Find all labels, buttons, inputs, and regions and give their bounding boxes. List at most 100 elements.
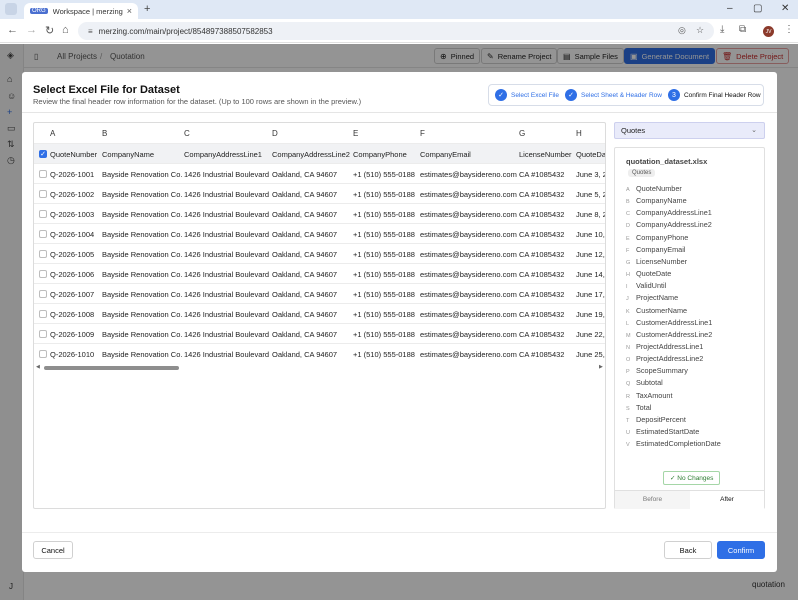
row-checkbox[interactable] xyxy=(39,190,47,198)
table-row[interactable]: Q-2026-1010 Bayside Renovation Co. 1426 In… xyxy=(34,343,605,363)
header-field-item: V EstimatedCompletionDate xyxy=(626,439,721,448)
sheet-select[interactable]: Quotes ⌄ xyxy=(614,122,765,139)
row-checkbox[interactable] xyxy=(39,330,47,338)
grid-cell: June 3, 2 xyxy=(576,170,606,179)
table-row[interactable]: Q-2026-1002 Bayside Renovation Co. 1426 In… xyxy=(34,183,605,203)
grid-cell: 1426 Industrial Boulevard xyxy=(184,250,270,259)
no-changes-badge: ✓ No Changes xyxy=(663,471,721,485)
header-field-item: Q Subtotal xyxy=(626,378,663,387)
back-button[interactable]: Back xyxy=(664,541,712,559)
row-checkbox[interactable] xyxy=(39,170,47,178)
scroll-left-icon[interactable]: ◀ xyxy=(36,364,40,370)
sheet-preview-grid[interactable]: A B C D E F G H ◀ ▶ ✓ QuoteNumber CompanyName Comp… xyxy=(33,122,606,509)
grid-cell: estimates@baysidereno.com xyxy=(420,290,517,299)
grid-cell: estimates@baysidereno.com xyxy=(420,350,517,359)
grid-cell: 1426 Industrial Boulevard xyxy=(184,190,270,199)
table-row[interactable]: Q-2026-1003 Bayside Renovation Co. 1426 In… xyxy=(34,203,606,223)
grid-cell: CA #1085432 xyxy=(519,270,565,279)
table-row[interactable]: Q-2026-1005 Bayside Renovation Co. 1426 In… xyxy=(34,243,605,263)
step-select-sheet[interactable]: ✓ Select Sheet & Header Row xyxy=(565,89,662,101)
grid-cell: +1 (510) 555-0188 xyxy=(353,310,415,319)
header-row[interactable]: ✓ QuoteNumber CompanyName CompanyAddressLin… xyxy=(34,143,606,163)
grid-cell: June 8, 2 xyxy=(576,210,606,219)
scroll-right-icon[interactable]: ▶ xyxy=(599,364,603,370)
row-checkbox[interactable] xyxy=(39,250,47,258)
grid-cell: CA #1085432 xyxy=(519,310,565,319)
scrollbar-thumb[interactable] xyxy=(44,366,179,370)
header-field-item: I ValidUntil xyxy=(626,281,666,290)
tab-search-button[interactable] xyxy=(5,3,17,15)
header-field-item: C CompanyAddressLine1 xyxy=(626,208,712,217)
chevron-down-icon: ⌄ xyxy=(751,127,757,134)
site-info-icon[interactable]: ≡ xyxy=(88,27,93,36)
address-bar[interactable]: ≡ merzing.com/main/project/8548973885075… xyxy=(78,22,714,40)
field-column-key: E xyxy=(626,235,630,242)
grid-cell: Oakland, CA 94607 xyxy=(272,170,338,179)
header-field-item: R TaxAmount xyxy=(626,391,673,400)
maximize-window-icon[interactable]: ▢ xyxy=(753,3,762,14)
field-name: QuoteNumber xyxy=(636,184,682,193)
eye-slash-icon[interactable]: ◎ xyxy=(678,25,686,36)
row-checkbox[interactable] xyxy=(39,290,47,298)
grid-cell: CompanyName xyxy=(102,150,155,159)
grid-cell: +1 (510) 555-0188 xyxy=(353,350,415,359)
confirm-button[interactable]: Confirm xyxy=(717,541,765,559)
download-icon[interactable]: ⤓ xyxy=(720,24,724,35)
field-column-key: T xyxy=(626,417,630,424)
home-icon[interactable]: ⌂ xyxy=(62,24,69,36)
after-tab[interactable]: After xyxy=(690,491,764,509)
field-column-key: O xyxy=(626,357,631,364)
row-checkbox[interactable] xyxy=(39,350,47,358)
header-field-item: O ProjectAddressLine2 xyxy=(626,354,703,363)
horizontal-scrollbar[interactable]: ◀ ▶ xyxy=(34,364,605,372)
header-field-item: E CompanyPhone xyxy=(626,233,688,242)
step-select-file[interactable]: ✓ Select Excel File xyxy=(495,89,559,101)
table-row[interactable]: Q-2026-1006 Bayside Renovation Co. 1426 In… xyxy=(34,263,605,283)
select-excel-modal: Select Excel File for Dataset Review the… xyxy=(22,72,777,572)
column-letter: H xyxy=(576,129,582,138)
grid-cell: Q-2026-1001 xyxy=(50,170,95,179)
minimize-window-icon[interactable]: – xyxy=(727,3,733,14)
column-letter: D xyxy=(272,129,278,138)
new-tab-button[interactable]: + xyxy=(144,3,150,15)
step-confirm-header: 3 Confirm Final Header Row xyxy=(667,89,761,101)
table-row[interactable]: Q-2026-1004 Bayside Renovation Co. 1426 In… xyxy=(34,223,605,243)
table-row[interactable]: Q-2026-1007 Bayside Renovation Co. 1426 In… xyxy=(34,283,605,303)
cancel-button[interactable]: Cancel xyxy=(33,541,73,559)
browser-tab[interactable]: ORG Workspace | merzing × xyxy=(24,3,138,19)
field-column-key: K xyxy=(626,308,630,315)
row-checkbox[interactable] xyxy=(39,310,47,318)
header-field-item: F CompanyEmail xyxy=(626,245,685,254)
forward-arrow-icon[interactable]: → xyxy=(26,24,37,36)
grid-cell: CA #1085432 xyxy=(519,250,565,259)
step-label: Select Excel File xyxy=(511,91,560,99)
bookmark-star-icon[interactable]: ☆ xyxy=(696,25,704,36)
table-row[interactable]: Q-2026-1009 Bayside Renovation Co. 1426 In… xyxy=(34,323,605,343)
before-tab[interactable]: Before xyxy=(615,491,690,509)
grid-cell: 1426 Industrial Boulevard xyxy=(184,350,270,359)
row-checkbox[interactable] xyxy=(39,270,47,278)
row-checkbox[interactable]: ✓ xyxy=(39,150,47,158)
grid-cell: June 17, 2 xyxy=(576,290,605,299)
grid-cell: Bayside Renovation Co. xyxy=(102,250,183,259)
field-name: CompanyAddressLine2 xyxy=(636,220,712,230)
field-name: TaxAmount xyxy=(636,390,673,400)
close-window-icon[interactable]: ✕ xyxy=(781,3,789,14)
browser-menu-icon[interactable]: ⋮ xyxy=(784,24,794,35)
table-row[interactable]: Q-2026-1008 Bayside Renovation Co. 1426 In… xyxy=(34,303,605,323)
row-checkbox[interactable] xyxy=(39,230,47,238)
profile-avatar[interactable]: JV xyxy=(763,26,774,37)
field-name: Subtotal xyxy=(636,378,663,388)
field-column-key: B xyxy=(626,199,630,206)
extensions-icon[interactable]: ⧉ xyxy=(739,24,746,35)
reload-icon[interactable]: ↻ xyxy=(45,24,54,37)
table-row[interactable]: Q-2026-1001 Bayside Renovation Co. 1426 In… xyxy=(34,163,606,183)
back-arrow-icon[interactable]: ← xyxy=(7,24,18,36)
file-name: quotation_dataset.xlsx xyxy=(626,157,708,166)
close-tab-icon[interactable]: × xyxy=(127,6,132,16)
modal-title: Select Excel File for Dataset xyxy=(33,84,180,96)
grid-cell: QuoteDate xyxy=(576,150,606,159)
row-checkbox[interactable] xyxy=(39,210,47,218)
browser-tab-bar: ORG Workspace | merzing × + – ▢ ✕ xyxy=(0,0,798,19)
before-after-toggle: Before After xyxy=(615,490,764,509)
